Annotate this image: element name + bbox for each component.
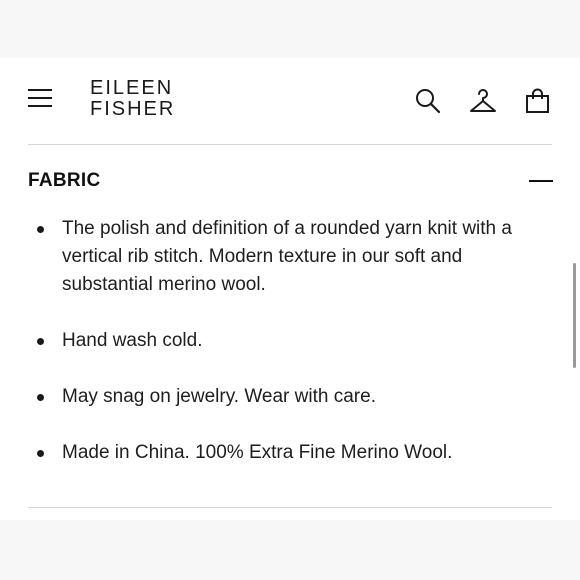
list-item-text: Made in China. 100% Extra Fine Merino Wo…	[62, 442, 453, 463]
list-item-text: Hand wash cold.	[62, 330, 203, 351]
hamburger-menu-icon[interactable]	[28, 86, 52, 110]
logo-line-1: EILEEN	[90, 77, 174, 99]
header-divider	[28, 144, 552, 145]
bullet-icon	[37, 450, 44, 457]
list-item-text: May snag on jewelry. Wear with care.	[62, 386, 376, 407]
bullet-icon	[37, 338, 44, 345]
list-item: Made in China. 100% Extra Fine Merino Wo…	[32, 439, 552, 467]
shopping-bag-icon[interactable]	[524, 87, 552, 115]
bullet-icon	[37, 226, 44, 233]
list-item: Hand wash cold.	[32, 327, 552, 355]
account-hanger-icon[interactable]	[468, 87, 496, 115]
product-details-screen: EILEEN FISHER FABRIC The polish and defi…	[0, 58, 580, 520]
search-icon[interactable]	[414, 87, 442, 115]
brand-logo[interactable]: EILEEN FISHER	[90, 78, 175, 120]
list-item: May snag on jewelry. Wear with care.	[32, 383, 552, 411]
list-item: The polish and definition of a rounded y…	[32, 215, 552, 299]
fabric-section-title[interactable]: FABRIC	[28, 170, 101, 192]
bottom-area	[0, 520, 580, 580]
logo-line-2: FISHER	[90, 98, 176, 120]
fabric-details-list: The polish and definition of a rounded y…	[32, 215, 552, 495]
section-divider	[28, 507, 552, 508]
scrollbar[interactable]	[573, 263, 576, 368]
bullet-icon	[37, 394, 44, 401]
list-item-text: The polish and definition of a rounded y…	[62, 218, 512, 295]
collapse-minus-icon[interactable]	[528, 173, 554, 189]
